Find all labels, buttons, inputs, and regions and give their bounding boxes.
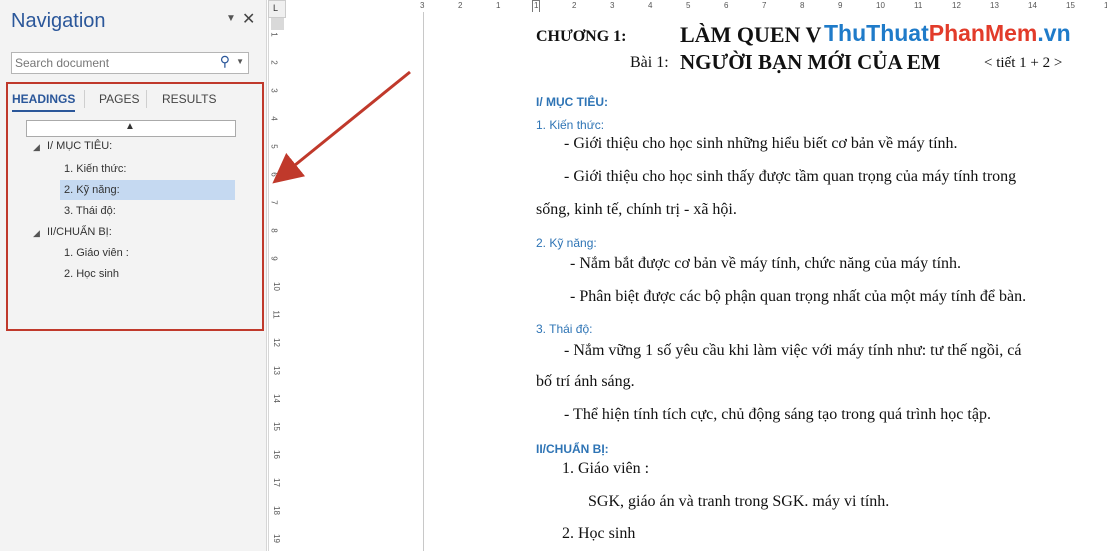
annotation-arrow <box>272 70 411 184</box>
